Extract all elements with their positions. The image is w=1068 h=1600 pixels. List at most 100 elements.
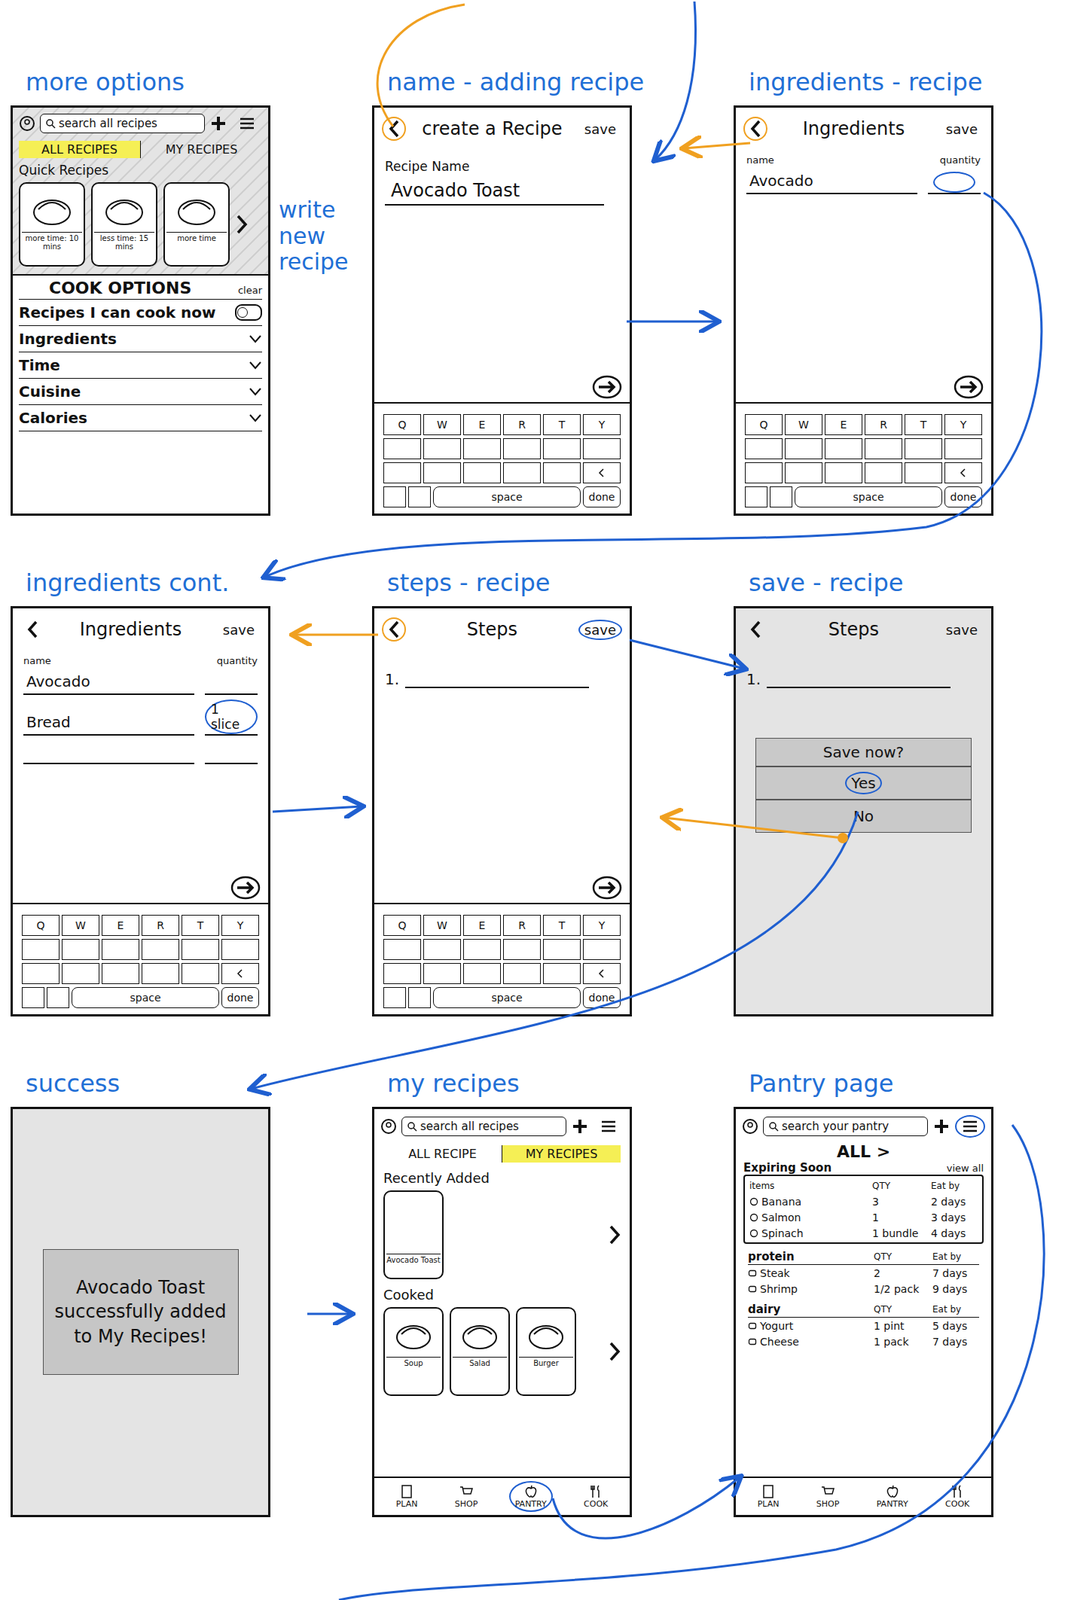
ingredient-name-field[interactable]: Avocado (746, 170, 918, 195)
key[interactable] (141, 963, 180, 985)
key[interactable] (423, 939, 461, 961)
toggle[interactable] (234, 304, 263, 321)
search-field[interactable]: search all recipes (401, 1116, 567, 1137)
dialog-option[interactable]: No (756, 800, 971, 833)
key[interactable] (944, 438, 983, 460)
menu-icon[interactable] (238, 114, 257, 133)
nav-item[interactable]: PANTRY (509, 1481, 553, 1513)
view-all-link[interactable]: view all (946, 1162, 984, 1175)
recipe-card[interactable]: more time: 10 mins (18, 182, 86, 267)
key[interactable] (463, 963, 501, 985)
chevron-right-icon[interactable] (608, 1224, 621, 1246)
menu-icon[interactable] (599, 1117, 618, 1136)
back-chevron-icon[interactable] (387, 119, 400, 139)
key[interactable] (383, 939, 422, 961)
clear-button[interactable]: clear (238, 284, 263, 296)
key[interactable]: T (181, 915, 220, 937)
nav-item[interactable]: COOK (577, 1481, 614, 1513)
key[interactable] (423, 462, 461, 484)
key[interactable] (101, 963, 140, 985)
key[interactable]: Q (744, 414, 783, 436)
key[interactable] (503, 939, 541, 961)
pantry-item[interactable]: Salmon13 days (749, 1209, 978, 1226)
caret-down-icon[interactable] (248, 413, 263, 423)
key[interactable]: R (141, 915, 180, 937)
pantry-item[interactable]: Banana32 days (749, 1193, 978, 1210)
key[interactable] (864, 438, 903, 460)
quantity-field[interactable] (927, 171, 981, 195)
save-button[interactable]: save (578, 619, 623, 641)
next-arrow-icon[interactable] (591, 875, 623, 901)
key[interactable] (46, 987, 70, 1009)
backspace-key[interactable] (582, 963, 621, 985)
key[interactable] (221, 939, 260, 961)
profile-icon[interactable] (380, 1118, 397, 1136)
key[interactable] (543, 939, 581, 961)
key[interactable] (744, 486, 768, 508)
chevron-right-icon[interactable] (235, 213, 248, 235)
dialog-option[interactable]: Yes (756, 767, 971, 801)
step-row[interactable]: 1. (746, 668, 981, 689)
step-row[interactable]: 1. (384, 668, 620, 689)
key[interactable] (904, 438, 943, 460)
key[interactable]: T (543, 414, 581, 436)
recipe-card[interactable]: Soup (383, 1307, 444, 1397)
quantity-field[interactable] (204, 741, 258, 765)
key[interactable]: Q (383, 414, 422, 436)
key[interactable] (61, 939, 100, 961)
recipe-card[interactable]: Salad (449, 1307, 510, 1397)
key[interactable] (904, 462, 943, 484)
key[interactable] (383, 987, 406, 1009)
back-chevron-icon[interactable] (26, 619, 39, 640)
pantry-item[interactable]: Cheese1 pack7 days (747, 1333, 980, 1350)
recipe-card[interactable]: less time: 15 mins (91, 182, 158, 267)
key[interactable] (383, 486, 406, 508)
key[interactable]: W (423, 915, 461, 937)
key[interactable] (141, 939, 180, 961)
backspace-key[interactable] (944, 462, 983, 484)
key[interactable] (463, 939, 501, 961)
key[interactable] (101, 939, 140, 961)
pantry-item[interactable]: Spinach1 bundle4 days (749, 1225, 978, 1242)
key[interactable]: Q (21, 915, 60, 937)
plus-icon[interactable] (209, 114, 228, 133)
nav-item[interactable]: PLAN (751, 1481, 786, 1513)
next-arrow-icon[interactable] (953, 375, 984, 400)
back-chevron-icon[interactable] (387, 619, 400, 640)
key[interactable] (21, 987, 45, 1009)
recipe-name-field[interactable]: Avocado Toast (384, 173, 605, 206)
key[interactable] (503, 963, 541, 985)
tab[interactable]: MY RECIPES (501, 1145, 621, 1163)
save-button[interactable]: save (939, 119, 984, 140)
next-arrow-icon[interactable] (591, 375, 623, 400)
key[interactable] (503, 438, 541, 460)
key[interactable] (181, 963, 220, 985)
key[interactable]: T (543, 915, 581, 937)
key[interactable]: W (423, 414, 461, 436)
recipe-card[interactable]: Avocado Toast (383, 1190, 444, 1280)
done-key[interactable]: done (582, 486, 621, 508)
backspace-key[interactable] (221, 963, 260, 985)
key[interactable]: E (824, 414, 863, 436)
caret-down-icon[interactable] (248, 387, 263, 397)
key[interactable] (408, 987, 431, 1009)
key[interactable] (543, 438, 581, 460)
key[interactable] (864, 462, 903, 484)
key[interactable] (582, 939, 621, 961)
backspace-key[interactable] (582, 462, 621, 484)
key[interactable] (383, 963, 422, 985)
space-key[interactable]: space (794, 486, 943, 508)
menu-icon[interactable] (961, 1117, 980, 1136)
save-button[interactable]: save (578, 119, 623, 140)
key[interactable] (423, 438, 461, 460)
key[interactable] (423, 963, 461, 985)
key[interactable]: T (904, 414, 943, 436)
filter-row[interactable]: Time (18, 352, 263, 379)
caret-down-icon[interactable] (248, 334, 263, 344)
key[interactable] (408, 486, 431, 508)
key[interactable]: Q (383, 915, 422, 937)
key[interactable] (463, 462, 501, 484)
done-key[interactable]: done (582, 987, 621, 1009)
save-button[interactable]: save (939, 619, 984, 641)
pantry-item[interactable]: Shrimp1/2 pack9 days (747, 1281, 980, 1297)
